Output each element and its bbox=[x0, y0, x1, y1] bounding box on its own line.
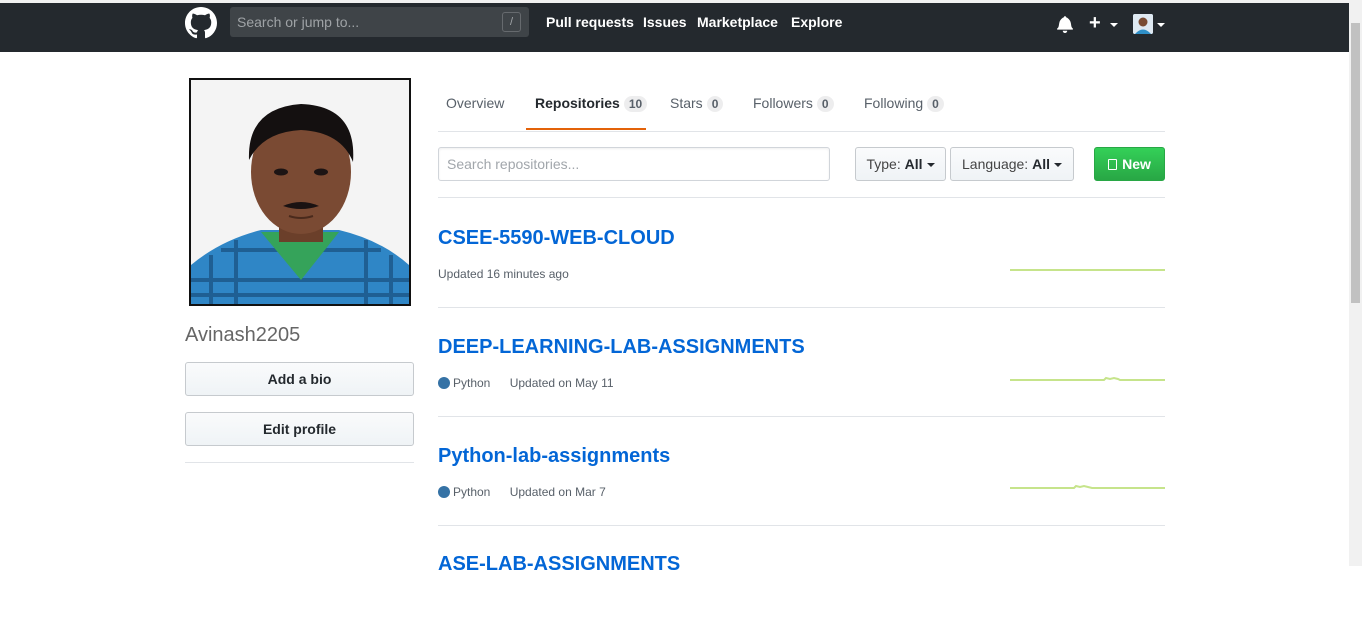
new-repository-label: New bbox=[1122, 156, 1151, 172]
add-bio-button[interactable]: Add a bio bbox=[185, 362, 414, 396]
tab-repositories-count: 10 bbox=[623, 96, 648, 112]
tab-overview-label: Overview bbox=[446, 95, 505, 111]
tab-followers-count: 0 bbox=[816, 96, 834, 112]
type-filter-label: Type: bbox=[866, 156, 901, 172]
edit-profile-button[interactable]: Edit profile bbox=[185, 412, 414, 446]
repo-list-item: CSEE-5590-WEB-CLOUD Updated 16 minutes a… bbox=[438, 198, 1165, 308]
language-chevron-down-icon bbox=[1053, 163, 1062, 168]
repo-language: Python bbox=[453, 485, 491, 499]
nav-pull-requests[interactable]: Pull requests bbox=[546, 14, 634, 30]
tab-repositories[interactable]: Repositories 10 bbox=[535, 95, 648, 112]
repo-list-item: DEEP-LEARNING-LAB-ASSIGNMENTS Python Upd… bbox=[438, 307, 1165, 417]
profile-tabs: Overview Repositories 10 Stars 0 Followers… bbox=[438, 78, 1165, 132]
tab-following-count: 0 bbox=[927, 96, 944, 112]
user-avatar-menu[interactable] bbox=[1133, 14, 1153, 34]
global-search-input[interactable] bbox=[230, 7, 504, 37]
profile-username: Avinash2205 bbox=[185, 324, 301, 346]
nav-marketplace[interactable]: Marketplace bbox=[697, 14, 778, 30]
profile-divider bbox=[185, 462, 414, 463]
search-shortcut-key: / bbox=[502, 12, 521, 32]
repo-activity-sparkline bbox=[1010, 269, 1165, 271]
language-color-dot bbox=[438, 377, 450, 389]
repo-book-icon bbox=[1108, 159, 1118, 170]
repo-activity-sparkline bbox=[1010, 376, 1165, 381]
tab-overview[interactable]: Overview bbox=[446, 95, 504, 111]
avatar-chevron-down-icon[interactable] bbox=[1157, 23, 1165, 27]
repo-meta: Python Updated on Mar 7 bbox=[438, 485, 606, 499]
type-filter-button[interactable]: Type: All bbox=[855, 147, 946, 181]
create-new-plus-icon[interactable]: + bbox=[1089, 13, 1101, 33]
tab-stars-count: 0 bbox=[706, 96, 724, 112]
repo-updated: Updated 16 minutes ago bbox=[438, 267, 569, 281]
repo-language: Python bbox=[453, 376, 491, 390]
tab-following[interactable]: Following 0 bbox=[864, 95, 944, 112]
language-color-dot bbox=[438, 486, 450, 498]
type-chevron-down-icon bbox=[926, 163, 935, 168]
selected-tab-underline bbox=[526, 128, 646, 130]
repo-name-link[interactable]: Python-lab-assignments bbox=[438, 445, 670, 468]
repo-meta: Python Updated on May 11 bbox=[438, 376, 614, 390]
language-filter-button[interactable]: Language: All bbox=[950, 147, 1074, 181]
tab-repositories-label: Repositories bbox=[535, 95, 620, 111]
tab-stars[interactable]: Stars 0 bbox=[670, 95, 724, 112]
language-filter-value: All bbox=[1032, 156, 1050, 172]
new-repository-button[interactable]: New bbox=[1094, 147, 1165, 181]
github-logo-icon[interactable] bbox=[185, 7, 217, 39]
repo-list-item: Python-lab-assignments Python Updated on… bbox=[438, 416, 1165, 526]
create-chevron-down-icon[interactable] bbox=[1110, 23, 1118, 27]
language-filter-label: Language: bbox=[962, 156, 1029, 172]
repo-updated: Updated on Mar 7 bbox=[509, 485, 606, 499]
profile-photo-image bbox=[191, 80, 409, 304]
repo-list-item: ASE-LAB-ASSIGNMENTS bbox=[438, 525, 1165, 634]
repo-updated: Updated on May 11 bbox=[509, 376, 614, 390]
search-repositories-input[interactable] bbox=[438, 147, 830, 181]
repo-name-link[interactable]: DEEP-LEARNING-LAB-ASSIGNMENTS bbox=[438, 336, 805, 359]
tab-following-label: Following bbox=[864, 95, 924, 111]
repo-name-link[interactable]: CSEE-5590-WEB-CLOUD bbox=[438, 227, 675, 250]
top-navigation-bar: / Pull requests Issues Marketplace Explo… bbox=[0, 3, 1349, 52]
type-filter-value: All bbox=[904, 156, 923, 172]
global-search-box[interactable]: / bbox=[230, 7, 529, 37]
repo-meta: Updated 16 minutes ago bbox=[438, 267, 569, 281]
repo-name-link[interactable]: ASE-LAB-ASSIGNMENTS bbox=[438, 553, 680, 576]
nav-issues[interactable]: Issues bbox=[643, 14, 687, 30]
tab-followers-label: Followers bbox=[753, 95, 813, 111]
repo-activity-sparkline bbox=[1010, 484, 1165, 489]
profile-photo[interactable] bbox=[189, 78, 411, 306]
scrollbar-thumb[interactable] bbox=[1351, 23, 1360, 303]
page-scrollbar[interactable] bbox=[1349, 3, 1362, 566]
tab-followers[interactable]: Followers 0 bbox=[753, 95, 834, 112]
nav-explore[interactable]: Explore bbox=[791, 14, 842, 30]
notifications-bell-icon[interactable] bbox=[1057, 15, 1073, 33]
tab-stars-label: Stars bbox=[670, 95, 703, 111]
avatar-thumbnail-icon bbox=[1133, 14, 1153, 34]
